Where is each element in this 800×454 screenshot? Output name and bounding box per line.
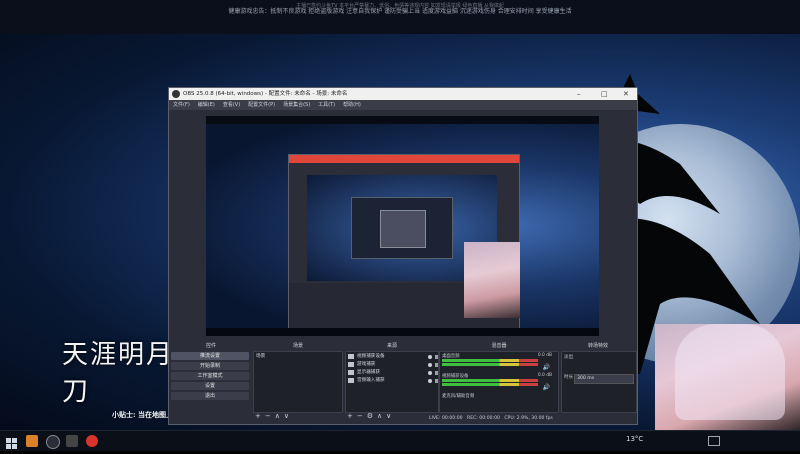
menu-scene-collection[interactable]: 场景集合(S) <box>283 100 310 110</box>
preview-webcam <box>464 242 520 318</box>
source-item[interactable]: 音频输入捕获 <box>348 377 438 384</box>
add-icon[interactable]: + <box>255 412 261 422</box>
game-tip-text: 小贴士: 当在地图上 <box>112 410 174 419</box>
obs-menubar: 文件(F) 编辑(E) 查看(V) 配置文件(P) 场景集合(S) 工具(T) … <box>169 100 637 110</box>
menu-file[interactable]: 文件(F) <box>173 100 190 110</box>
audio-mixer: 桌面音频 0.0 dB 🔊 视频捕获设备 0.0 dB 🔊 麦克风/辅助音频 <box>439 351 559 413</box>
scenes-list[interactable]: 场景 <box>253 351 343 413</box>
lock-icon[interactable] <box>435 354 438 359</box>
close-icon[interactable]: ✕ <box>623 88 629 100</box>
windows-start-icon[interactable] <box>6 435 18 449</box>
lock-icon[interactable] <box>435 362 438 367</box>
preview-taskbar <box>206 328 599 336</box>
preview-notice-bar <box>206 116 599 124</box>
stream-notice-bar: 主播已签约斗鱼TV 本平台严禁暴力、低俗、色情等违规内容 如发现请举报 绿色直播… <box>0 0 800 34</box>
lock-icon[interactable] <box>435 378 438 383</box>
game-logo: 天涯明月刀 <box>62 340 175 407</box>
speaker-icon[interactable]: 🔊 <box>543 364 550 371</box>
status-bar: LIVE: 00:00:00 REC: 00:00:00 CPU: 2.9%, … <box>429 414 637 424</box>
mixer-header: 混音器 <box>491 343 507 349</box>
scenes-header: 场景 <box>292 343 303 349</box>
live-timer: LIVE: 00:00:00 <box>429 416 463 421</box>
gamepad-icon <box>348 362 354 367</box>
taskbar-app-icon[interactable] <box>66 435 78 447</box>
gear-icon[interactable]: ⚙ <box>367 412 373 422</box>
move-down-icon[interactable]: ∨ <box>386 412 391 422</box>
move-down-icon[interactable]: ∨ <box>284 412 289 422</box>
tray-icon[interactable] <box>708 436 720 446</box>
obs-taskbar-icon[interactable] <box>46 435 60 449</box>
minimize-icon[interactable]: – <box>577 88 581 100</box>
mixer-track: 视频捕获设备 0.0 dB 🔊 <box>442 373 552 391</box>
cpu-stats: CPU: 2.9%, 30.00 fps <box>504 416 553 421</box>
source-item[interactable]: 显示器捕获 <box>348 369 438 376</box>
transitions-panel: 淡出 时长 300 ms <box>561 351 637 413</box>
scene-tools: + − ∧ ∨ <box>255 412 289 422</box>
controls-panel: 推流设置 开始录制 工作室模式 设置 退出 <box>169 351 251 411</box>
remove-icon[interactable]: − <box>265 412 271 422</box>
rec-timer: REC: 00:00:00 <box>467 416 500 421</box>
obs-window-title: OBS 25.0.8 (64-bit, windows) - 配置文件: 未命名… <box>183 91 348 97</box>
windows-taskbar: 13°C <box>0 430 800 451</box>
menu-tools[interactable]: 工具(T) <box>318 100 335 110</box>
menu-edit[interactable]: 编辑(E) <box>198 100 215 110</box>
move-up-icon[interactable]: ∧ <box>377 412 382 422</box>
studio-mode-button[interactable]: 工作室模式 <box>171 372 249 380</box>
controls-header: 控件 <box>205 343 216 349</box>
add-icon[interactable]: + <box>347 412 353 422</box>
remove-icon[interactable]: − <box>357 412 363 422</box>
lock-icon[interactable] <box>435 370 438 375</box>
move-up-icon[interactable]: ∧ <box>275 412 280 422</box>
visibility-icon[interactable] <box>428 378 432 383</box>
duration-row: 时长 300 ms <box>564 374 634 384</box>
duration-input[interactable]: 300 ms <box>574 374 634 384</box>
taskbar-app-icon[interactable] <box>26 435 38 447</box>
source-item[interactable]: 游戏捕获 <box>348 361 438 368</box>
taskbar-app-icon[interactable] <box>86 435 98 447</box>
transition-select[interactable]: 淡出 <box>564 354 573 360</box>
menu-profile[interactable]: 配置文件(P) <box>248 100 275 110</box>
maximize-icon[interactable]: □ <box>601 88 608 100</box>
sources-header: 来源 <box>386 343 397 349</box>
visibility-icon[interactable] <box>428 370 432 375</box>
streamer-webcam <box>655 324 800 430</box>
health-notice: 健康游戏忠告：抵制不良游戏 拒绝盗版游戏 注意自我保护 谨防受骗上当 适度游戏益… <box>228 8 572 15</box>
camera-icon <box>348 354 354 359</box>
settings-button[interactable]: 设置 <box>171 382 249 390</box>
exit-button[interactable]: 退出 <box>171 392 249 400</box>
stream-settings-button[interactable]: 推流设置 <box>171 352 249 360</box>
visibility-icon[interactable] <box>428 354 432 359</box>
transitions-header: 转场特效 <box>587 343 608 349</box>
sources-list[interactable]: 视频捕获设备 游戏捕获 显示器捕获 音频输入捕获 <box>345 351 439 413</box>
obs-titlebar[interactable]: OBS 25.0.8 (64-bit, windows) - 配置文件: 未命名… <box>169 88 637 100</box>
menu-view[interactable]: 查看(V) <box>223 100 240 110</box>
mixer-track: 桌面音频 0.0 dB 🔊 <box>442 353 552 371</box>
scene-item[interactable]: 场景 <box>256 353 346 360</box>
speaker-icon[interactable]: 🔊 <box>543 384 550 391</box>
source-tools: + − ⚙ ∧ ∨ <box>347 412 391 422</box>
obs-window[interactable]: OBS 25.0.8 (64-bit, windows) - 配置文件: 未命名… <box>168 87 638 425</box>
obs-docks: 控件 场景 来源 混音器 转场特效 推流设置 开始录制 工作室模式 设置 退出 … <box>169 340 637 424</box>
mic-icon <box>348 378 354 383</box>
menu-help[interactable]: 帮助(H) <box>343 100 361 110</box>
visibility-icon[interactable] <box>428 362 432 367</box>
weather-widget[interactable]: 13°C <box>626 435 643 443</box>
source-item[interactable]: 视频捕获设备 <box>348 353 438 360</box>
mixer-track: 麦克风/辅助音频 <box>442 394 475 399</box>
obs-preview[interactable] <box>206 116 599 336</box>
monitor-icon <box>348 370 354 375</box>
obs-logo-icon <box>172 90 180 98</box>
start-recording-button[interactable]: 开始录制 <box>171 362 249 370</box>
